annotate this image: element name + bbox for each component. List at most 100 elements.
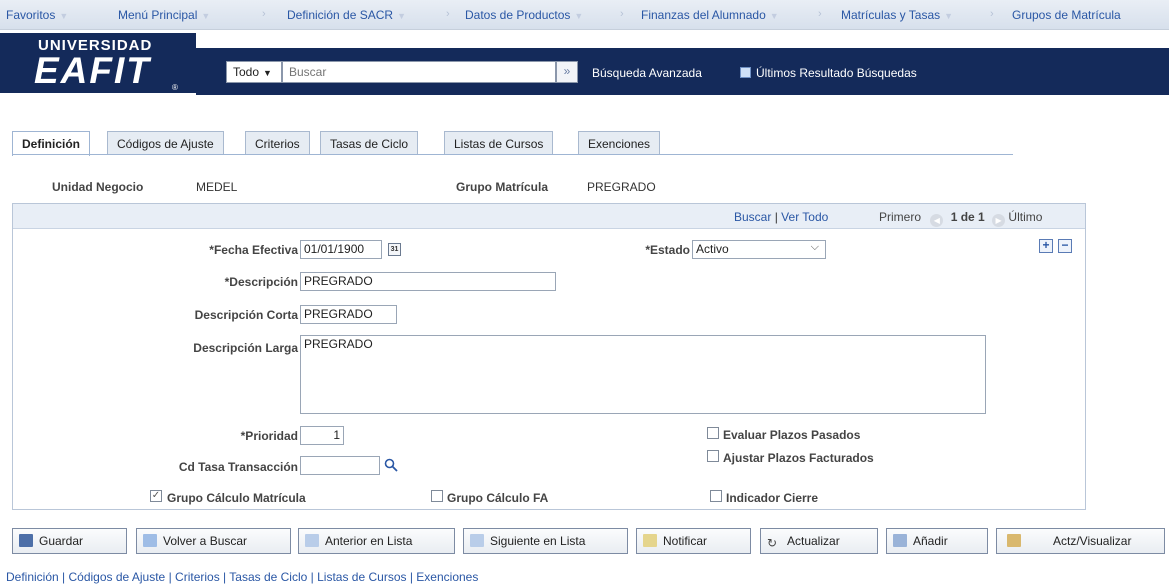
nav-main-menu[interactable]: Menú Principal ▼ xyxy=(118,8,210,22)
nav-main-menu-label: Menú Principal xyxy=(118,8,198,22)
nav-favorites-label: Favoritos xyxy=(6,8,56,22)
save-button-label: Guardar xyxy=(39,534,84,548)
transaction-rate-field[interactable] xyxy=(300,456,380,475)
breadcrumb-separator-icon: › xyxy=(990,8,994,20)
refresh-button[interactable]: ↻ Actualizar xyxy=(760,528,878,554)
tab-definition[interactable]: Definición xyxy=(12,131,91,156)
calc-group-label: Grupo Cálculo Matrícula xyxy=(167,491,306,505)
effective-date-field[interactable]: 01/01/1900 xyxy=(300,240,382,259)
search-input[interactable] xyxy=(282,61,556,83)
return-search-label: Volver a Buscar xyxy=(163,534,248,548)
fa-group-checkbox[interactable] xyxy=(431,490,443,502)
nav-tuition-fees[interactable]: Matrículas y Tasas ▼ xyxy=(841,8,953,22)
footer-link-course-lists[interactable]: Listas de Cursos xyxy=(317,570,406,584)
breadcrumb-separator-icon: › xyxy=(446,8,450,20)
update-display-label: Actz/Visualizar xyxy=(1053,534,1132,548)
advanced-search-link[interactable]: Búsqueda Avanzada xyxy=(592,66,702,80)
nav-student-finance-label: Finanzas del Alumnado xyxy=(641,8,766,22)
nav-favorites[interactable]: Favoritos ▼ xyxy=(6,8,68,22)
add-button[interactable]: Añadir xyxy=(886,528,988,554)
nav-tuition-fees-label: Matrículas y Tasas xyxy=(841,8,941,22)
update-display-icon xyxy=(1007,534,1021,547)
tab-course-lists[interactable]: Listas de Cursos xyxy=(444,131,554,155)
delete-row-icon[interactable]: − xyxy=(1058,239,1072,253)
footer-link-adjust-codes[interactable]: Códigos de Ajuste xyxy=(69,570,166,584)
short-description-field[interactable]: PREGRADO xyxy=(300,305,397,324)
calc-group-checkbox[interactable]: ✓ xyxy=(150,490,162,502)
breadcrumb-separator-icon: › xyxy=(818,8,822,20)
close-indicator-label: Indicador Cierre xyxy=(726,491,819,505)
breadcrumb-separator-icon: › xyxy=(620,8,624,20)
save-button[interactable]: Guardar xyxy=(12,528,127,554)
previous-icon[interactable]: ◀ xyxy=(930,214,944,227)
status-label: *Estado xyxy=(645,243,690,257)
notify-icon xyxy=(643,534,657,547)
close-indicator-checkbox[interactable] xyxy=(710,490,722,502)
priority-label: *Prioridad xyxy=(240,429,298,443)
description-label: *Descripción xyxy=(224,275,298,289)
footer-link-term-fees[interactable]: Tasas de Ciclo xyxy=(229,570,307,584)
search-go-button[interactable]: » xyxy=(556,61,578,83)
university-logo[interactable]: UNIVERSIDAD EAFIT ® xyxy=(0,33,196,93)
nav-product-data[interactable]: Datos de Productos ▼ xyxy=(465,8,583,22)
tab-criteria[interactable]: Criterios xyxy=(245,131,310,155)
chevron-down-icon: ▼ xyxy=(397,11,406,21)
find-link[interactable]: Buscar xyxy=(734,210,771,224)
priority-field[interactable]: 1 xyxy=(300,426,344,445)
next-in-list-button[interactable]: Siguiente en Lista xyxy=(463,528,628,554)
next-icon[interactable]: ▶ xyxy=(992,214,1006,227)
long-description-textarea[interactable]: PREGRADO xyxy=(300,335,986,414)
grid-nav-links: Buscar | Ver Todo xyxy=(734,210,828,224)
add-label: Añadir xyxy=(913,534,948,548)
adjust-billed-checkbox[interactable] xyxy=(707,450,719,462)
logo-main-text: EAFIT xyxy=(34,50,151,91)
tabs-divider xyxy=(12,154,1013,155)
grid-nav-separator: | xyxy=(774,210,778,224)
row-range: 1 de 1 xyxy=(950,210,985,224)
last-label: Último xyxy=(1008,210,1043,224)
chevron-down-icon: ▼ xyxy=(574,11,584,21)
nav-student-finance[interactable]: Finanzas del Alumnado ▼ xyxy=(641,8,779,22)
breadcrumb-separator-icon: › xyxy=(262,8,266,20)
recent-results-link[interactable]: Últimos Resultado Búsquedas xyxy=(756,66,917,80)
notify-label: Notificar xyxy=(663,534,708,548)
status-select[interactable]: Activo ⌵ xyxy=(692,240,826,259)
nav-sacr-definition[interactable]: Definición de SACR ▼ xyxy=(287,8,406,22)
lookup-icon[interactable] xyxy=(384,458,398,472)
view-all-link[interactable]: Ver Todo xyxy=(781,210,828,224)
next-list-icon xyxy=(470,534,484,547)
calendar-icon[interactable]: 31 xyxy=(388,243,401,256)
first-label: Primero xyxy=(879,210,922,224)
return-search-icon xyxy=(143,534,157,547)
description-field[interactable]: PREGRADO xyxy=(300,272,556,291)
enrollment-group-value: PREGRADO xyxy=(587,180,656,194)
search-scope-select[interactable]: Todo ▼ xyxy=(226,61,282,83)
fa-group-label: Grupo Cálculo FA xyxy=(447,491,549,505)
previous-list-label: Anterior en Lista xyxy=(325,534,413,548)
update-display-button[interactable]: Actz/Visualizar xyxy=(996,528,1165,554)
tab-term-fees[interactable]: Tasas de Ciclo xyxy=(320,131,419,155)
logo-registered-mark: ® xyxy=(172,83,178,92)
notify-button[interactable]: Notificar xyxy=(636,528,751,554)
chevron-down-icon: ▼ xyxy=(201,11,211,21)
evaluate-past-label: Evaluar Plazos Pasados xyxy=(723,428,861,442)
status-value: Activo xyxy=(696,242,729,256)
footer-link-criteria[interactable]: Criterios xyxy=(175,570,220,584)
transaction-rate-label: Cd Tasa Transacción xyxy=(178,460,298,474)
short-description-label: Descripción Corta xyxy=(194,308,298,322)
refresh-label: Actualizar xyxy=(787,534,840,548)
add-row-icon[interactable]: + xyxy=(1039,239,1053,253)
footer-link-exemptions[interactable]: Exenciones xyxy=(416,570,478,584)
tab-exemptions[interactable]: Exenciones xyxy=(578,131,661,155)
tab-adjust-codes[interactable]: Códigos de Ajuste xyxy=(107,131,224,155)
evaluate-past-checkbox[interactable] xyxy=(707,427,719,439)
nav-sacr-label: Definición de SACR xyxy=(287,8,394,22)
footer-link-definition[interactable]: Definición xyxy=(6,570,59,584)
previous-in-list-button[interactable]: Anterior en Lista xyxy=(298,528,455,554)
return-to-search-button[interactable]: Volver a Buscar xyxy=(136,528,291,554)
add-icon xyxy=(893,534,907,547)
nav-enrollment-groups[interactable]: Grupos de Matrícula xyxy=(1012,8,1121,22)
enrollment-group-label: Grupo Matrícula xyxy=(456,180,549,194)
adjust-billed-label: Ajustar Plazos Facturados xyxy=(723,451,874,465)
effective-date-label: *Fecha Efectiva xyxy=(209,243,298,257)
